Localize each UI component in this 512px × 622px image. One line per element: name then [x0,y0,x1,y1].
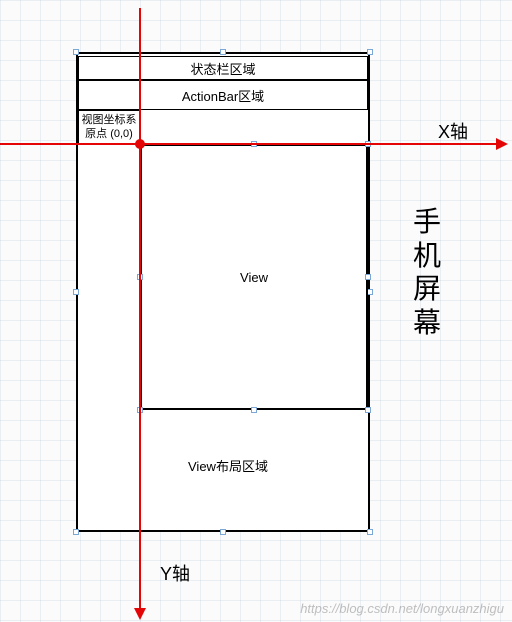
y-axis-label: Y轴 [160,560,190,586]
arrow-right-icon [496,138,508,150]
handle-icon [367,529,373,535]
arrow-down-icon [134,608,146,620]
x-axis-label: X轴 [438,118,468,144]
origin-dot-icon [135,139,145,149]
status-bar-region: 状态栏区域 [78,56,368,80]
handle-icon [73,529,79,535]
handle-icon [73,49,79,55]
status-bar-label: 状态栏区域 [190,59,255,78]
view-box: View [140,144,368,410]
action-bar-region: ActionBar区域 [78,80,368,110]
handle-icon [251,407,257,413]
origin-annotation: 视图坐标系 原点 (0,0) [78,110,140,144]
layout-region-label: View布局区域 [188,456,268,475]
handle-icon [365,407,371,413]
x-axis-line [0,143,498,145]
handle-icon [220,529,226,535]
handle-icon [220,49,226,55]
origin-label-line2: 原点 (0,0) [85,127,133,141]
view-label: View [240,270,268,285]
handle-icon [367,49,373,55]
action-bar-label: ActionBar区域 [182,86,264,105]
y-axis-line [139,8,141,610]
origin-label-line1: 视图坐标系 [82,113,137,127]
handle-icon [73,289,79,295]
phone-screen-label: 手机屏幕 [412,205,442,339]
handle-icon [365,274,371,280]
watermark-text: https://blog.csdn.net/longxuanzhigu [300,601,504,616]
